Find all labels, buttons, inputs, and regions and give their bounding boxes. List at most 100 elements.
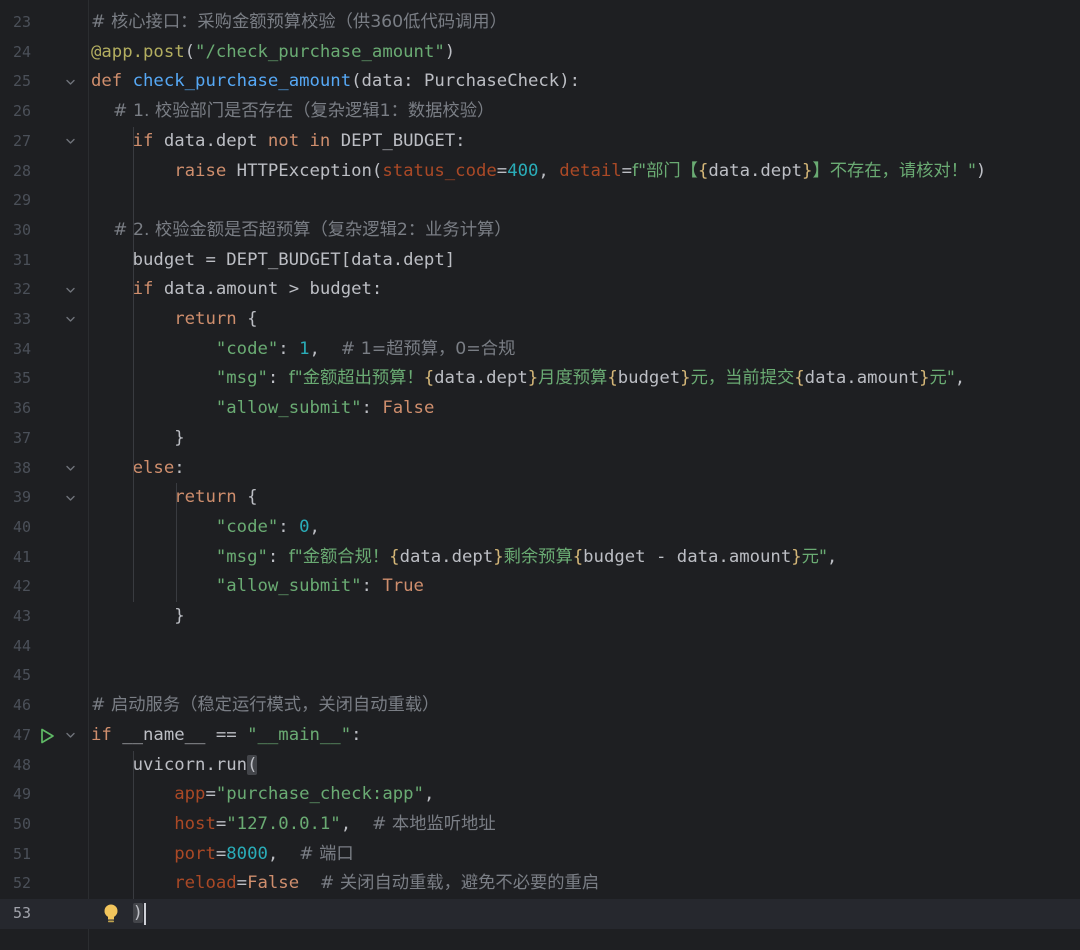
code-token: 8000: [226, 843, 268, 864]
fold-chevron-icon[interactable]: [62, 275, 78, 305]
code-token: }: [680, 368, 691, 389]
fold-chevron-icon[interactable]: [62, 305, 78, 335]
code-line[interactable]: 33 return {: [0, 305, 1080, 335]
code-line[interactable]: 26 # 1. 校验部门是否存在（复杂逻辑1：数据校验）: [0, 97, 1080, 127]
code-token: ,: [267, 843, 300, 864]
code-text: # 核心接口：采购金额预算校验（供360低代码调用）: [91, 8, 507, 38]
code-line[interactable]: 32 if data.amount > budget:: [0, 275, 1080, 305]
code-token: :: [361, 576, 383, 597]
code-token: "allow_submit": [215, 398, 362, 419]
code-line[interactable]: 27 if data.dept not in DEPT_BUDGET:: [0, 127, 1080, 157]
code-token: # 端口: [299, 843, 354, 864]
line-number: 28: [12, 161, 31, 180]
code-line[interactable]: 40 "code": 0,: [0, 513, 1080, 543]
code-line[interactable]: 48 uvicorn.run(: [0, 751, 1080, 781]
code-text: def check_purchase_amount(data: Purchase…: [91, 67, 580, 97]
indent-guide: [133, 750, 134, 899]
code-token: def: [91, 71, 133, 92]
code-token: if: [132, 130, 164, 151]
code-token: :: [278, 516, 300, 537]
code-token: host: [174, 813, 216, 834]
code-token: ,: [423, 784, 435, 805]
code-token: if: [91, 724, 123, 745]
code-token: # 2. 校验金额是否超预算（复杂逻辑2：业务计算）: [91, 219, 512, 240]
code-line[interactable]: 49 app="purchase_check:app",: [0, 780, 1080, 810]
code-line[interactable]: 45: [0, 661, 1080, 691]
code-token: else: [132, 457, 175, 478]
code-token: =: [496, 160, 508, 181]
code-token: (: [247, 754, 258, 775]
code-line[interactable]: 25 def check_purchase_amount(data: Purcha…: [0, 67, 1080, 97]
code-text: }: [91, 424, 184, 454]
line-number: 39: [12, 488, 31, 507]
line-number: 30: [12, 220, 31, 239]
code-line[interactable]: 42 "allow_submit": True: [0, 572, 1080, 602]
code-line[interactable]: 35 "msg": f"金额超出预算！{data.dept}月度预算{budge…: [0, 364, 1080, 394]
code-token: "code": [215, 338, 279, 359]
code-line[interactable]: 53 ): [0, 899, 1080, 929]
code-line[interactable]: 23 # 核心接口：采购金额预算校验（供360低代码调用）: [0, 8, 1080, 38]
code-token: check_purchase_amount: [132, 71, 352, 92]
line-number: 46: [12, 696, 31, 715]
code-line[interactable]: 41 "msg": f"金额合规！{data.dept}剩余预算{budget …: [0, 543, 1080, 573]
code-token: :: [351, 724, 362, 745]
code-token: }: [527, 368, 539, 389]
code-text: "code": 1, # 1=超预算，0=合规: [91, 335, 516, 365]
code-token: {: [423, 368, 435, 389]
line-number: 48: [12, 755, 31, 774]
code-token: f"金额合规！: [288, 546, 390, 567]
code-line[interactable]: 37 }: [0, 424, 1080, 454]
code-token: budget - data.amount: [583, 546, 792, 567]
code-line[interactable]: 39 return {: [0, 483, 1080, 513]
code-token: False: [382, 398, 435, 419]
code-line[interactable]: 36 "allow_submit": False: [0, 394, 1080, 424]
fold-chevron-icon[interactable]: [62, 721, 78, 751]
code-token: }: [91, 606, 185, 626]
code-token: data.amount: [804, 368, 920, 389]
line-number: 40: [12, 517, 31, 536]
line-number: 31: [12, 250, 31, 269]
code-line[interactable]: 52 reload=False # 关闭自动重载，避免不必要的重启: [0, 869, 1080, 899]
code-line[interactable]: 31 budget = DEPT_BUDGET[data.dept]: [0, 246, 1080, 276]
line-number: 41: [12, 547, 31, 566]
code-token: port: [174, 843, 216, 864]
code-token: }: [919, 368, 930, 389]
code-token: ,: [309, 516, 320, 537]
code-token: {: [607, 368, 618, 389]
code-token: =: [215, 843, 227, 864]
code-line[interactable]: 34 "code": 1, # 1=超预算，0=合规: [0, 335, 1080, 365]
code-token: ,: [309, 338, 341, 359]
code-line[interactable]: 50 host="127.0.0.1", # 本地监听地址: [0, 810, 1080, 840]
code-line[interactable]: 24 @app.post("/check_purchase_amount"): [0, 38, 1080, 68]
code-token: 月度预算: [538, 368, 608, 389]
code-token: :: [361, 398, 383, 419]
code-line[interactable]: 51 port=8000, # 端口: [0, 840, 1080, 870]
code-line[interactable]: 30 # 2. 校验金额是否超预算（复杂逻辑2：业务计算）: [0, 216, 1080, 246]
code-token: # 关闭自动重载，避免不必要的重启: [319, 873, 600, 894]
line-number: 36: [12, 399, 31, 418]
line-number: 50: [12, 814, 31, 833]
code-line[interactable]: 29: [0, 186, 1080, 216]
code-line[interactable]: 38 else:: [0, 454, 1080, 484]
line-number: 37: [12, 428, 31, 447]
fold-chevron-icon[interactable]: [62, 67, 78, 97]
code-token: ): [132, 903, 144, 923]
code-line[interactable]: 43 }: [0, 602, 1080, 632]
code-line[interactable]: 44: [0, 632, 1080, 662]
code-editor[interactable]: 23 # 核心接口：采购金额预算校验（供360低代码调用） 24 @app.post(…: [0, 0, 1080, 950]
code-line[interactable]: 46 # 启动服务（稳定运行模式，关闭自动重载）: [0, 691, 1080, 721]
run-icon[interactable]: [38, 727, 56, 745]
code-text: host="127.0.0.1", # 本地监听地址: [91, 810, 495, 840]
code-line[interactable]: 28 raise HTTPException(status_code=400, …: [0, 157, 1080, 187]
fold-chevron-icon[interactable]: [62, 127, 78, 157]
code-token: 】不存在，请核对！": [812, 160, 976, 181]
code-token: return: [174, 309, 248, 329]
fold-chevron-icon[interactable]: [62, 454, 78, 484]
code-line[interactable]: 47 if __name__ == "__main__":: [0, 721, 1080, 751]
code-token: data.dept: [399, 546, 494, 567]
line-number: 33: [12, 310, 31, 328]
fold-chevron-icon[interactable]: [62, 483, 78, 513]
code-text: raise HTTPException(status_code=400, det…: [91, 157, 986, 187]
